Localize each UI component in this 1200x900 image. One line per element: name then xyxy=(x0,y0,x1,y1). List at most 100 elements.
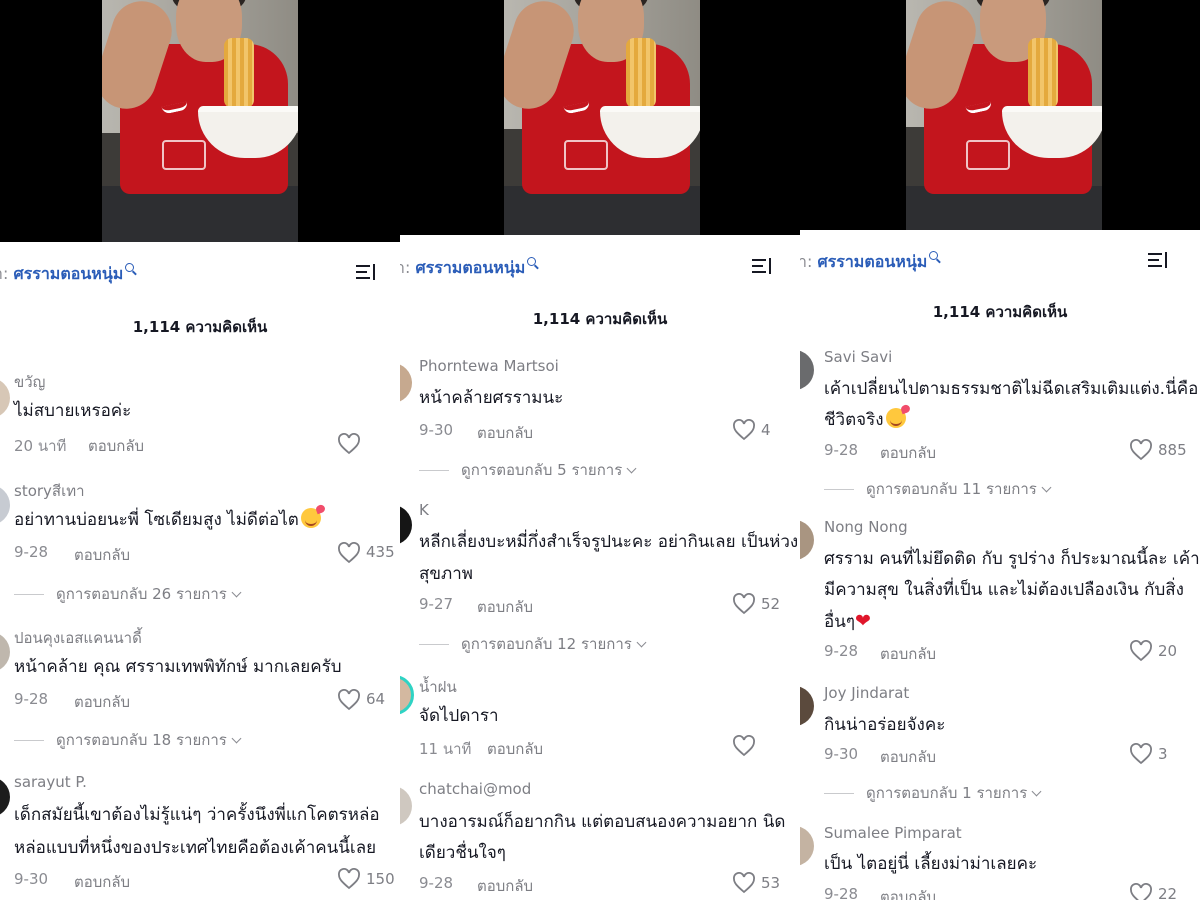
comment-time: 9-28 xyxy=(824,642,859,660)
comment-text: ศรราม คนที่ไม่ยึดติด กับ รูปร่าง ก็ประมา… xyxy=(824,549,1200,569)
avatar[interactable] xyxy=(400,675,414,715)
reply-button[interactable]: ตอบกลับ xyxy=(880,441,936,465)
comment-time: 20 นาที xyxy=(14,437,67,455)
comment-time: 9-27 xyxy=(419,595,454,613)
video-frame xyxy=(504,0,700,235)
reply-button[interactable]: ตอบกลับ xyxy=(477,874,533,898)
avatar[interactable] xyxy=(0,485,10,525)
search-term-link[interactable]: ศรรามตอนหนุ่ม xyxy=(817,252,927,271)
video-player[interactable] xyxy=(0,0,400,242)
video-frame xyxy=(102,0,298,242)
heart-outline-icon[interactable] xyxy=(337,689,361,711)
search-term-link[interactable]: ศรรามตอนหนุ่ม xyxy=(13,264,123,283)
smiling-face-with-hearts-icon xyxy=(300,508,321,528)
comment-text: หลีกเลี่ยงบะหมี่กึ่งสำเร็จรูปนะคะ อย่ากิ… xyxy=(419,532,799,552)
like-count: 885 xyxy=(1158,441,1187,459)
heart-outline-icon[interactable] xyxy=(1129,743,1153,765)
sort-icon[interactable] xyxy=(356,262,380,284)
username[interactable]: ขวัญ xyxy=(14,370,45,394)
reply-button[interactable]: ตอบกลับ xyxy=(880,642,936,666)
comment-text: เค้าเปลี่ยนไปตามธรรมชาติไม่ฉีดเสริมเติมแ… xyxy=(824,379,1199,399)
view-replies-button[interactable]: ดูการตอบกลับ 5 รายการ xyxy=(419,458,637,482)
reply-button[interactable]: ตอบกลับ xyxy=(477,421,533,445)
like-count: 22 xyxy=(1158,885,1178,900)
username[interactable]: ปอนคุงเอสแคนนาดี้ xyxy=(14,626,142,650)
heart-outline-icon[interactable] xyxy=(1129,883,1153,900)
avatar[interactable] xyxy=(0,632,10,672)
view-replies-button[interactable]: ดูการตอบกลับ 18 รายการ xyxy=(14,728,242,752)
heart-outline-icon[interactable] xyxy=(337,868,361,890)
search-icon xyxy=(929,251,939,260)
heart-outline-icon[interactable] xyxy=(732,735,756,757)
heart-outline-icon[interactable] xyxy=(337,433,361,455)
video-player[interactable] xyxy=(400,0,800,235)
reply-button[interactable]: ตอบกลับ xyxy=(74,690,130,714)
avatar[interactable] xyxy=(800,686,814,726)
smiling-face-with-hearts-icon xyxy=(885,408,906,428)
reply-button[interactable]: ตอบกลับ xyxy=(477,595,533,619)
comment-text-line-2: หล่อแบบที่หนึ่งของประเทศไทยคือต้องเค้าคน… xyxy=(14,838,377,858)
sort-icon[interactable] xyxy=(1148,250,1172,272)
avatar[interactable] xyxy=(0,777,10,817)
avatar[interactable] xyxy=(400,363,412,403)
heart-outline-icon[interactable] xyxy=(732,872,756,894)
screenshot-panel-3: า: ศรรามตอนหนุ่ม 1,114 ความคิดเห็น Savi … xyxy=(800,0,1200,900)
search-suggestion[interactable]: า: ศรรามตอนหนุ่ม xyxy=(0,262,135,287)
comment-text-line-2: เดียวชื่นใจๆ xyxy=(419,843,506,863)
username[interactable]: sarayut P. xyxy=(14,773,87,791)
comment-text: ไม่สบายเหรอค่ะ xyxy=(14,401,132,421)
username[interactable]: K xyxy=(419,501,429,519)
comment-count: 1,114 ความคิดเห็น xyxy=(532,310,668,328)
avatar[interactable] xyxy=(800,350,814,390)
sort-icon[interactable] xyxy=(752,256,776,278)
chevron-down-icon xyxy=(1041,482,1052,493)
reply-button[interactable]: ตอบกลับ xyxy=(880,745,936,769)
chevron-down-icon xyxy=(231,733,242,744)
like-count: 4 xyxy=(761,421,771,439)
view-replies-button[interactable]: ดูการตอบกลับ 26 รายการ xyxy=(14,582,242,606)
comment-text: เป็น ไตอยู่นี่ เลี้ยงม่าม่าเลยคะ xyxy=(824,854,1038,874)
avatar[interactable] xyxy=(0,378,10,418)
username[interactable]: chatchai@mod xyxy=(419,780,531,798)
reply-button[interactable]: ตอบกลับ xyxy=(487,737,543,761)
username[interactable]: Savi Savi xyxy=(824,348,892,366)
username[interactable]: Sumalee Pimparat xyxy=(824,824,962,842)
heart-outline-icon[interactable] xyxy=(1129,640,1153,662)
heart-outline-icon[interactable] xyxy=(337,542,361,564)
search-suggestion[interactable]: า: ศรรามตอนหนุ่ม xyxy=(400,256,537,281)
comments-header: า: ศรรามตอนหนุ่ม xyxy=(800,250,1200,290)
like-count: 53 xyxy=(761,874,781,892)
reply-button[interactable]: ตอบกลับ xyxy=(88,434,144,458)
search-suggestion[interactable]: า: ศรรามตอนหนุ่ม xyxy=(800,250,939,275)
username[interactable]: Nong Nong xyxy=(824,518,908,536)
search-term-link[interactable]: ศรรามตอนหนุ่ม xyxy=(415,258,525,277)
like-count: 64 xyxy=(366,690,386,708)
heart-outline-icon[interactable] xyxy=(1129,439,1153,461)
search-prefix: า: xyxy=(0,264,9,283)
avatar[interactable] xyxy=(400,786,412,826)
reply-button[interactable]: ตอบกลับ xyxy=(74,543,130,567)
avatar[interactable] xyxy=(800,826,814,866)
view-replies-button[interactable]: ดูการตอบกลับ 11 รายการ xyxy=(824,477,1052,501)
heart-outline-icon[interactable] xyxy=(732,419,756,441)
comment-text-line-2: ชีวิตจริง xyxy=(824,405,906,436)
username[interactable]: storyสีเทา xyxy=(14,479,85,503)
view-replies-button[interactable]: ดูการตอบกลับ 1 รายการ xyxy=(824,781,1042,805)
search-prefix: า: xyxy=(800,252,813,271)
like-count: 20 xyxy=(1158,642,1178,660)
comment-count: 1,114 ความคิดเห็น xyxy=(132,318,268,336)
avatar[interactable] xyxy=(800,520,814,560)
heart-outline-icon[interactable] xyxy=(732,593,756,615)
comment-text: จัดไปดารา xyxy=(419,706,499,726)
search-prefix: า: xyxy=(400,258,411,277)
username[interactable]: Joy Jindarat xyxy=(824,684,909,702)
comment-time: 9-28 xyxy=(14,543,49,561)
username[interactable]: น้ำฝน xyxy=(419,675,457,699)
reply-button[interactable]: ตอบกลับ xyxy=(880,885,936,900)
video-player[interactable] xyxy=(800,0,1200,230)
avatar[interactable] xyxy=(400,505,412,545)
username[interactable]: Phorntewa Martsoi xyxy=(419,357,559,375)
reply-button[interactable]: ตอบกลับ xyxy=(74,870,130,894)
screenshot-panel-2: า: ศรรามตอนหนุ่ม 1,114 ความคิดเห็น Phorn… xyxy=(400,0,800,900)
view-replies-button[interactable]: ดูการตอบกลับ 12 รายการ xyxy=(419,632,647,656)
